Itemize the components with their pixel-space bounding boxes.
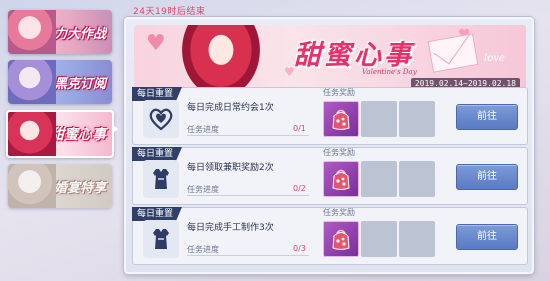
daily-reset-tag: 每日重置 bbox=[132, 147, 182, 161]
task-progress-label: 任务进度 bbox=[187, 245, 219, 254]
task-progress-label: 任务进度 bbox=[187, 185, 219, 194]
task-title: 每日领取兼职奖励2次 bbox=[187, 163, 274, 173]
gift-bag-icon bbox=[332, 169, 350, 190]
reward-header: 任务奖励 bbox=[323, 148, 355, 157]
banner-title: 甜蜜心事 bbox=[294, 40, 414, 71]
event-banner: ♥ ♥ ♥ 甜蜜心事 Valentine's Day love 2019.02.… bbox=[134, 25, 526, 91]
empty-reward-slot bbox=[399, 221, 435, 257]
go-button[interactable]: 前往 bbox=[456, 164, 518, 190]
heart-decoration-icon: ♥ bbox=[146, 31, 166, 56]
outfit-icon bbox=[143, 220, 179, 258]
sidebar-tab-subscription[interactable]: 黑克订阅 bbox=[8, 60, 112, 104]
progress-divider bbox=[187, 255, 309, 256]
daily-reset-tag: 每日重置 bbox=[132, 207, 182, 221]
go-button[interactable]: 前往 bbox=[456, 104, 518, 130]
active-tab-arrow-icon bbox=[112, 124, 118, 134]
reward-item-slot[interactable] bbox=[323, 101, 359, 137]
outfit-icon bbox=[143, 160, 179, 198]
task-progress-value: 0/3 bbox=[293, 244, 306, 253]
sidebar-tab-label: 婚宴特享 bbox=[53, 180, 106, 196]
reward-header: 任务奖励 bbox=[323, 88, 355, 97]
empty-reward-slot bbox=[361, 161, 397, 197]
sidebar-tab-label: 甜蜜心事 bbox=[50, 127, 106, 143]
love-letter-icon bbox=[427, 33, 479, 73]
go-button[interactable]: 前往 bbox=[456, 224, 518, 250]
task-card: 每日重置 任务奖励 每日领取兼职奖励2次 任务进度 0/2 前往 bbox=[132, 147, 528, 205]
sidebar-tab-wedding[interactable]: 婚宴特享 bbox=[8, 164, 112, 208]
event-countdown: 24天19时后结束 bbox=[133, 7, 206, 17]
task-title: 每日完成手工制作3次 bbox=[187, 223, 274, 233]
reward-header: 任务奖励 bbox=[323, 208, 355, 217]
sidebar-tab-label: 黑克订阅 bbox=[53, 76, 106, 92]
event-panel: ♥ ♥ ♥ 甜蜜心事 Valentine's Day love 2019.02.… bbox=[124, 17, 534, 274]
task-card: 每日重置 任务奖励 每日完成手工制作3次 任务进度 0/3 前往 bbox=[132, 207, 528, 265]
empty-reward-slot bbox=[361, 101, 397, 137]
heart-emblem-icon bbox=[143, 100, 179, 138]
task-title: 每日完成日常约会1次 bbox=[187, 103, 274, 113]
empty-reward-slot bbox=[399, 161, 435, 197]
banner-subtitle: Valentine's Day bbox=[362, 68, 417, 76]
empty-reward-slot bbox=[399, 101, 435, 137]
task-card: 每日重置 任务奖励 每日完成日常约会1次 任务进度 0/1 前往 bbox=[132, 87, 528, 145]
gift-bag-icon bbox=[332, 229, 350, 250]
tab-character-art bbox=[8, 112, 56, 156]
sidebar-tab-chocolate-battle[interactable]: 巧克力大作战 bbox=[8, 10, 112, 54]
reward-item-slot[interactable] bbox=[323, 221, 359, 257]
tab-character-art bbox=[8, 10, 56, 54]
event-sidebar: 巧克力大作战 黑克订阅 甜蜜心事 婚宴特享 bbox=[6, 6, 114, 276]
reward-item-slot[interactable] bbox=[323, 161, 359, 197]
sidebar-tab-sweet-heart-active[interactable]: 甜蜜心事 bbox=[6, 110, 114, 158]
tab-character-art bbox=[8, 60, 56, 104]
banner-character-art bbox=[182, 25, 260, 91]
task-progress-value: 0/2 bbox=[293, 184, 306, 193]
task-progress-value: 0/1 bbox=[293, 124, 306, 133]
daily-reset-tag: 每日重置 bbox=[132, 87, 182, 101]
tab-character-art bbox=[8, 164, 56, 208]
gift-bag-icon bbox=[332, 109, 350, 130]
task-progress-label: 任务进度 bbox=[187, 125, 219, 134]
progress-divider bbox=[187, 135, 309, 136]
love-text: love bbox=[484, 53, 505, 64]
empty-reward-slot bbox=[361, 221, 397, 257]
progress-divider bbox=[187, 195, 309, 196]
